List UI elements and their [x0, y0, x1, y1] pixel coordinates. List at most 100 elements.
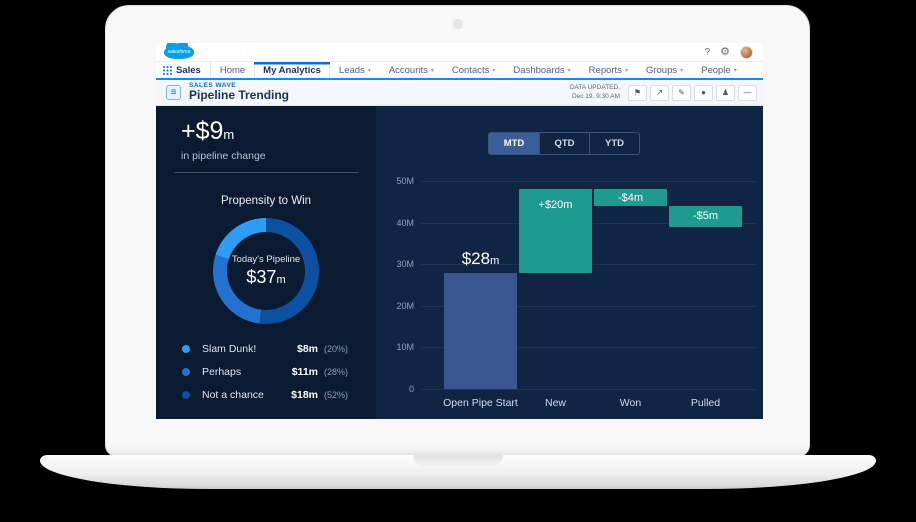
chevron-down-icon: ▾ — [734, 67, 737, 74]
tab-people[interactable]: People▾ — [692, 62, 746, 78]
donut-legend: Slam Dunk!$8m(20%) Perhaps$11m (28%) Not a … — [182, 339, 362, 408]
tab-dashboards[interactable]: Dashboards ▾ — [504, 62, 579, 78]
chevron-down-icon: ▾ — [625, 67, 628, 74]
tab-reports[interactable]: Reports▾ — [580, 62, 637, 78]
legend-row-perhaps[interactable]: Perhaps$11m (28%) — [182, 362, 362, 381]
bar-value-label: $28m — [429, 249, 532, 269]
legend-percent: (28%) — [324, 367, 362, 377]
legend-row-slam-dunk[interactable]: Slam Dunk!$8m(20%) — [182, 339, 362, 358]
y-axis-tick-label: 0 — [376, 384, 414, 394]
pipeline-change-caption: in pipeline change — [181, 150, 266, 162]
legend-label: Slam Dunk! — [202, 343, 278, 355]
edit-icon: ✎ — [678, 88, 685, 97]
pipeline-summary-panel: +$9m in pipeline change Propensity to Wi… — [156, 106, 376, 419]
propensity-donut-chart[interactable]: Today's Pipeline $37m — [213, 218, 319, 324]
pipeline-waterfall-panel: MTDQTDYTD 010M20M30M40M50M$28mOpen Pipe … — [376, 106, 763, 419]
app-window: salesforce ? ⚙ — [156, 43, 763, 419]
tab-label: Leads — [339, 65, 365, 76]
more-icon: — — [744, 88, 752, 97]
y-axis-tick-label: 10M — [376, 342, 414, 352]
salesforce-logo-icon: salesforce — [164, 45, 194, 59]
chevron-down-icon: ▾ — [431, 67, 434, 74]
data-updated-text: DATA UPDATED, Dec 19, 9:30 AM — [570, 84, 620, 100]
bar-value-label: -$4m — [594, 192, 667, 204]
user-button[interactable]: ♟ — [716, 85, 735, 101]
chevron-down-icon: ▾ — [680, 67, 683, 74]
waterfall-bar-won[interactable]: -$4m — [594, 189, 667, 206]
bookmark-icon: ⚑ — [634, 88, 641, 97]
laptop-screen-bezel: salesforce ? ⚙ — [105, 5, 810, 457]
gridline — [421, 389, 756, 390]
tab-accounts[interactable]: Accounts▾ — [380, 62, 443, 78]
donut-chart-title: Propensity to Win — [156, 195, 376, 207]
share-button[interactable]: ↗ — [650, 85, 669, 101]
nav-tabs: HomeMy AnalyticsLeads▾Accounts▾Contacts▾… — [211, 62, 746, 78]
tab-home[interactable]: Home — [211, 62, 254, 78]
bookmark-button[interactable]: ⚑ — [628, 85, 647, 101]
tab-label: Contacts — [452, 65, 490, 76]
user-icon: ♟ — [722, 88, 729, 97]
tab-label: Home — [220, 65, 245, 76]
legend-value: $11m — [278, 366, 318, 378]
tab-label: My Analytics — [263, 65, 321, 76]
legend-value: $8m — [278, 343, 318, 355]
tab-label: People — [701, 65, 731, 76]
waterfall-bar-open-pipe-start[interactable]: $28m — [444, 273, 517, 389]
chevron-down-icon: ▾ — [368, 67, 371, 74]
nav-tab-bar: Sales HomeMy AnalyticsLeads▾Accounts▾Con… — [156, 62, 763, 80]
legend-label: Perhaps — [202, 366, 278, 378]
bar-value-main: $28 — [462, 249, 490, 268]
legend-label: Not a chance — [202, 389, 278, 401]
app-name: Sales — [176, 65, 201, 76]
clock-button[interactable]: ● — [694, 85, 713, 101]
share-icon: ↗ — [656, 88, 663, 97]
legend-dot — [182, 391, 190, 399]
chevron-down-icon: ▾ — [492, 67, 495, 74]
header-action-buttons: ⚑ ↗ ✎ ● ♟ — — [628, 85, 757, 101]
bar-value-unit: m — [490, 255, 499, 267]
waterfall-chart: 010M20M30M40M50M$28mOpen Pipe Start+$20m… — [376, 106, 763, 419]
laptop-base-notch — [413, 455, 503, 466]
tab-leads[interactable]: Leads▾ — [330, 62, 380, 78]
legend-row-not-a-chance[interactable]: Not a chance$18m (52%) — [182, 385, 362, 404]
y-axis-tick-label: 40M — [376, 218, 414, 228]
app-launcher[interactable]: Sales — [156, 62, 211, 78]
legend-value: $18m — [278, 389, 318, 401]
x-axis-label-pulled: Pulled — [651, 397, 761, 409]
page-title: Pipeline Trending — [189, 89, 289, 102]
user-avatar[interactable] — [740, 46, 753, 59]
top-navbar: salesforce ? ⚙ — [156, 43, 763, 62]
laptop-camera — [453, 19, 463, 29]
legend-percent: (52%) — [324, 390, 362, 400]
tab-groups[interactable]: Groups▾ — [637, 62, 692, 78]
waterfall-bar-new[interactable]: +$20m — [519, 189, 592, 272]
page-background: salesforce ? ⚙ — [0, 0, 916, 522]
y-axis-tick-label: 30M — [376, 259, 414, 269]
tab-label: Dashboards — [513, 65, 564, 76]
divider — [174, 172, 358, 173]
tab-my-analytics[interactable]: My Analytics — [254, 62, 330, 78]
clock-icon: ● — [701, 88, 706, 97]
tab-label: Groups — [646, 65, 677, 76]
setup-gear-icon[interactable]: ⚙ — [720, 47, 730, 58]
waterfall-bar-pulled[interactable]: -$5m — [669, 206, 742, 227]
edit-button[interactable]: ✎ — [672, 85, 691, 101]
pipeline-change-kpi: +$9m — [181, 117, 234, 146]
menu-hamburger-icon[interactable]: ≡ — [166, 85, 181, 100]
dashboard-body: +$9m in pipeline change Propensity to Wi… — [156, 106, 763, 419]
legend-dot — [182, 345, 190, 353]
y-axis-tick-label: 50M — [376, 176, 414, 186]
help-icon[interactable]: ? — [705, 47, 711, 58]
app-launcher-waffle-icon — [163, 66, 172, 75]
y-axis-tick-label: 20M — [376, 301, 414, 311]
donut-center-text: Today's Pipeline $37m — [213, 218, 319, 324]
more-button[interactable]: — — [738, 85, 757, 101]
tab-label: Accounts — [389, 65, 428, 76]
salesforce-logo-text: salesforce — [168, 49, 191, 55]
dashboard-header: ≡ SALES WAVE Pipeline Trending DATA UPDA… — [156, 80, 763, 106]
chevron-down-icon: ▾ — [568, 67, 571, 74]
tab-contacts[interactable]: Contacts▾ — [443, 62, 505, 78]
bar-value-label: -$5m — [669, 210, 742, 222]
tab-label: Reports — [589, 65, 622, 76]
bar-value-label: +$20m — [519, 199, 592, 211]
